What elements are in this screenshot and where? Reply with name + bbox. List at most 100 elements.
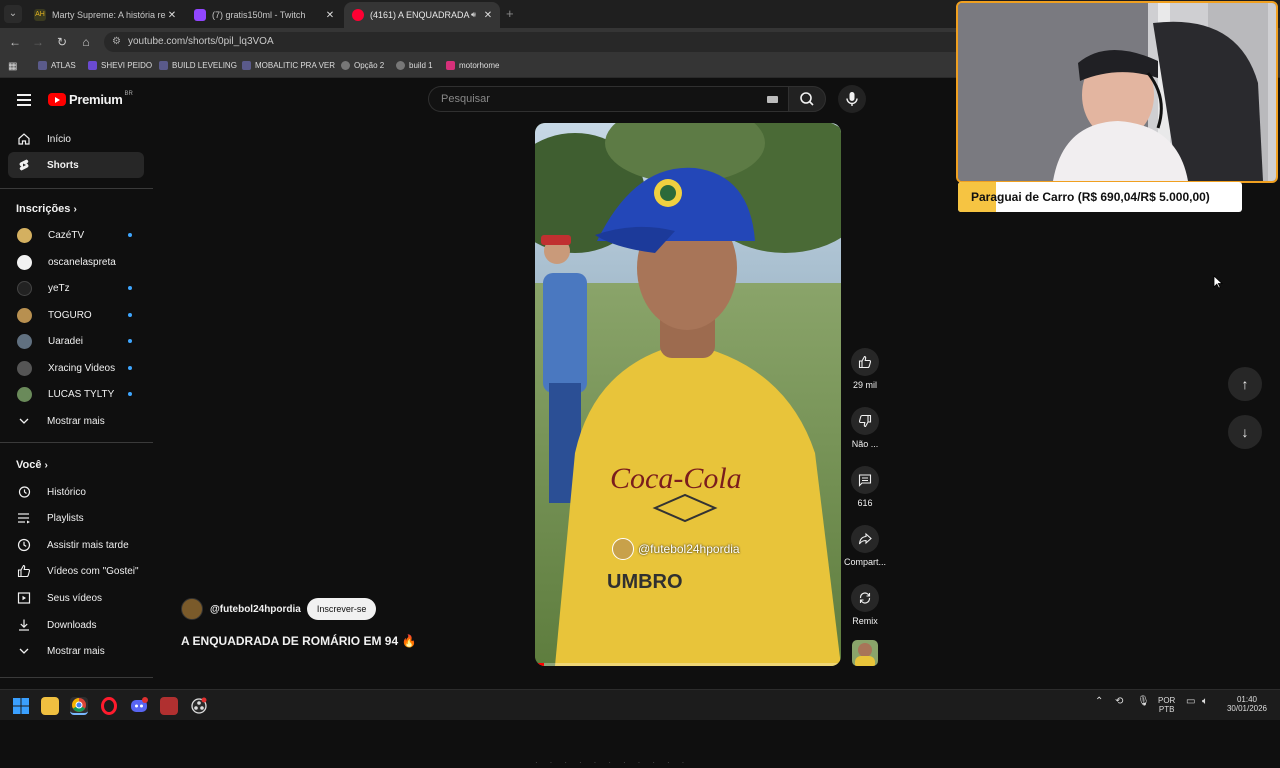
sync-icon[interactable]: ⟲ — [1115, 697, 1123, 707]
keyboard-icon[interactable] — [767, 96, 778, 103]
channel-name[interactable]: @futebol24hpordia — [210, 604, 301, 615]
sidebar-item-liked-videos[interactable]: Vídeos com "Gostei" — [8, 558, 144, 584]
sound-thumbnail[interactable] — [852, 640, 878, 666]
subscribe-button[interactable]: Inscrever-se — [306, 598, 377, 620]
sidebar-item-watch-later[interactable]: Assistir mais tarde — [8, 532, 144, 558]
bookmark-icon — [38, 61, 47, 70]
search-icon — [800, 92, 814, 106]
new-content-dot — [128, 313, 132, 317]
avatar — [17, 307, 32, 323]
back-icon[interactable]: ← — [7, 34, 23, 50]
previous-short-button[interactable]: ↑ — [1228, 367, 1262, 401]
next-short-button[interactable]: ↓ — [1228, 415, 1262, 449]
bookmark-mobalitic[interactable]: MOBALITIC PRA VER — [242, 61, 335, 70]
show-hidden-icons-icon[interactable]: ⌃ — [1095, 697, 1103, 707]
new-tab-icon[interactable]: + — [506, 6, 514, 21]
menu-icon[interactable] — [17, 94, 31, 109]
apps-grid-icon[interactable]: ▦ — [8, 61, 17, 72]
reload-icon[interactable]: ↻ — [54, 34, 70, 50]
youtube-premium-logo[interactable]: Premium BR — [48, 91, 133, 107]
svg-text:UMBRO: UMBRO — [607, 571, 683, 593]
bookmark-atlas[interactable]: ATLAS — [38, 61, 76, 70]
obs-icon[interactable] — [190, 697, 208, 715]
remix-button[interactable] — [851, 584, 879, 612]
avatar — [17, 227, 32, 243]
watermark-avatar — [612, 538, 634, 560]
tab-title: (4161) A ENQUADRADA DE — [370, 10, 471, 20]
like-button[interactable] — [851, 348, 879, 376]
sidebar-item-shorts[interactable]: Shorts — [8, 152, 144, 178]
comments-action[interactable]: 616 — [844, 466, 886, 508]
volume-icon[interactable]: 🔈︎ — [1202, 697, 1208, 707]
subscription-item[interactable]: LUCAS TYLTY — [8, 381, 144, 407]
avatar — [17, 333, 32, 349]
close-tab-icon[interactable]: ✕ — [166, 10, 178, 21]
bookmark-shevi-peido[interactable]: SHEVI PEIDO — [88, 61, 152, 70]
input-language[interactable]: POR PTB — [1158, 696, 1175, 714]
bookmark-opcao-2[interactable]: Opção 2 — [341, 61, 384, 70]
subscription-item[interactable]: TOGURO — [8, 302, 144, 328]
video-progress-bar[interactable] — [535, 663, 841, 666]
show-more-subscriptions[interactable]: Mostrar mais — [8, 408, 144, 434]
instagram-icon — [446, 61, 455, 70]
browser-tab-3[interactable]: (4161) A ENQUADRADA DE 🔊︎ ✕ — [344, 2, 500, 28]
like-action[interactable]: 29 mil — [844, 348, 886, 390]
close-tab-icon[interactable]: ✕ — [482, 10, 494, 21]
microphone-icon — [846, 92, 858, 106]
browser-tab-1[interactable]: AH Marty Supreme: A história real d ✕ — [26, 2, 184, 28]
site-info-icon[interactable]: ⚙︎ — [112, 32, 121, 52]
sidebar-item-history[interactable]: Histórico — [8, 479, 144, 505]
chrome-icon[interactable] — [70, 697, 88, 715]
address-bar[interactable]: ⚙︎ youtube.com/shorts/0pil_lq3VOA — [104, 32, 964, 52]
short-video-player[interactable]: Coca-Cola UMBRO @futebol24hpordia — [535, 123, 841, 666]
sidebar-item-downloads[interactable]: Downloads — [8, 612, 144, 638]
bookmark-icon — [341, 61, 350, 70]
sidebar-item-home[interactable]: Início — [8, 126, 144, 152]
bookmark-build-1[interactable]: build 1 — [396, 61, 433, 70]
microphone-tray-icon[interactable]: 🎙︎ — [1137, 697, 1150, 707]
app-icon[interactable] — [160, 697, 178, 715]
channel-avatar[interactable] — [181, 598, 203, 620]
arrow-down-icon: ↓ — [1241, 424, 1249, 440]
show-more-you[interactable]: Mostrar mais — [8, 638, 144, 664]
comments-button[interactable] — [851, 466, 879, 494]
subscription-item[interactable]: CazéTV — [8, 222, 144, 248]
forward-icon[interactable]: → — [30, 34, 46, 50]
subscription-item[interactable]: oscanelaspreta — [8, 249, 144, 275]
avatar — [17, 254, 32, 270]
sidebar-item-your-videos[interactable]: Seus vídeos — [8, 585, 144, 611]
chevron-down-icon — [17, 415, 31, 427]
subscription-item[interactable]: yeTz — [8, 275, 144, 301]
share-button[interactable] — [851, 525, 879, 553]
discord-icon[interactable] — [130, 697, 148, 715]
new-content-dot — [128, 339, 132, 343]
playlists-icon — [17, 511, 31, 525]
file-explorer-icon[interactable] — [41, 697, 59, 715]
voice-search-button[interactable] — [838, 85, 866, 113]
dislike-button[interactable] — [851, 407, 879, 435]
bookmark-motorhome[interactable]: motorhome — [446, 61, 499, 70]
opera-icon[interactable] — [100, 697, 118, 715]
sidebar-divider — [0, 442, 153, 443]
subscription-item[interactable]: Xracing Videos — [8, 355, 144, 381]
subscription-item[interactable]: Uaradei — [8, 328, 144, 354]
windows-start-icon[interactable] — [12, 697, 30, 715]
dislike-action[interactable]: Não ... — [844, 407, 886, 449]
remix-action[interactable]: Remix — [844, 584, 886, 626]
subscriptions-header[interactable]: Inscrições › — [16, 203, 77, 215]
share-action[interactable]: Compart... — [844, 525, 886, 567]
twitch-favicon-icon — [194, 9, 206, 21]
tab-search-chevron-icon[interactable]: ⌄ — [4, 5, 22, 23]
audio-playing-icon[interactable]: 🔊︎ — [471, 10, 476, 20]
search-button[interactable] — [788, 86, 826, 112]
close-tab-icon[interactable]: ✕ — [324, 10, 336, 21]
browser-tab-2[interactable]: (7) gratis150ml - Twitch ✕ — [186, 2, 342, 28]
home-icon[interactable]: ⌂ — [78, 34, 94, 50]
dislike-label: Não ... — [851, 439, 879, 449]
clock[interactable]: 01:40 30/01/2026 — [1222, 695, 1272, 713]
bookmark-build-leveling[interactable]: BUILD LEVELING — [159, 61, 237, 70]
search-input[interactable]: Pesquisar — [428, 86, 788, 112]
sidebar-item-playlists[interactable]: Playlists — [8, 505, 144, 531]
you-header[interactable]: Você › — [16, 459, 48, 471]
network-icon[interactable]: ▭ — [1186, 697, 1195, 707]
